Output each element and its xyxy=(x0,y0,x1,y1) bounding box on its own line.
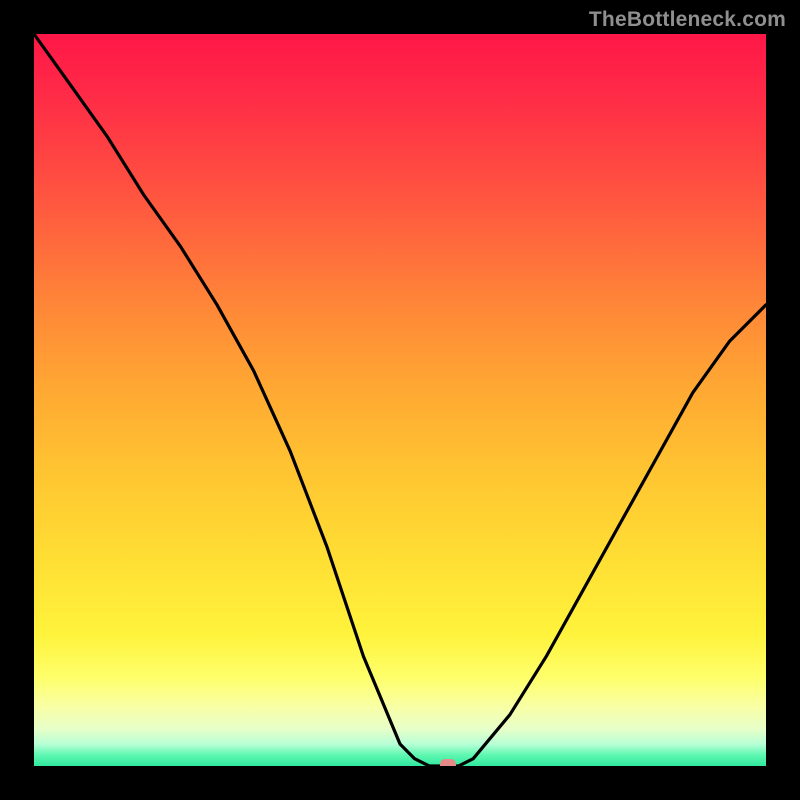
bottleneck-curve xyxy=(34,34,766,766)
chart-frame: TheBottleneck.com xyxy=(0,0,800,800)
optimal-marker xyxy=(440,759,456,766)
plot-area xyxy=(34,34,766,766)
watermark-text: TheBottleneck.com xyxy=(589,8,786,32)
